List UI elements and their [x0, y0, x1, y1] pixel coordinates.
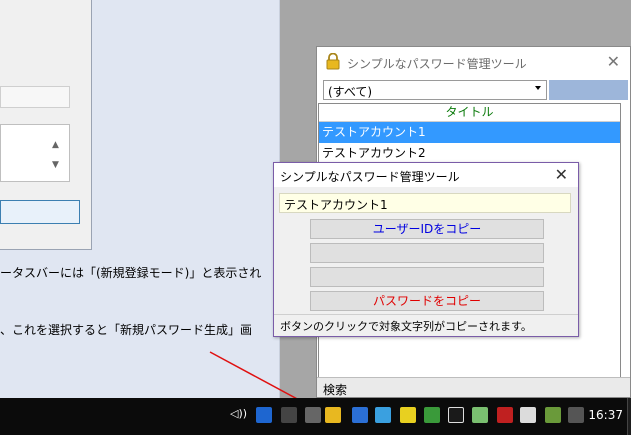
list-item[interactable]: テストアカウント2 [319, 143, 620, 164]
app-icon[interactable] [424, 407, 440, 423]
main-window-title: シンプルなパスワード管理ツール [347, 57, 527, 71]
background-button [0, 200, 80, 224]
close-icon[interactable]: ✕ [555, 165, 568, 184]
clock[interactable]: 16:37 [588, 408, 623, 422]
filter-dropdown[interactable]: (すべて) [323, 80, 547, 100]
background-dialog: ▲ ▼ [0, 0, 92, 250]
copy-popup: シンプルなパスワード管理ツール ✕ テストアカウント1 ユーザーIDをコピー パ… [273, 162, 579, 337]
dropbox-icon[interactable] [448, 407, 464, 423]
popup-title-bar[interactable]: シンプルなパスワード管理ツール ✕ [274, 163, 578, 187]
scroll-up-icon: ▲ [52, 140, 59, 150]
account-name-field[interactable]: テストアカウント1 [279, 193, 571, 213]
background-textarea [0, 124, 70, 182]
chevron-down-icon [535, 86, 541, 90]
nvidia-icon[interactable] [545, 407, 561, 423]
blank-button[interactable] [310, 243, 544, 263]
taskbar: ◁)) 16:37 [0, 398, 631, 435]
lock-icon [326, 53, 340, 70]
main-title-bar[interactable]: シンプルなパスワード管理ツール ✕ [317, 47, 630, 77]
list-header-title[interactable]: タイトル [319, 104, 620, 122]
network-icon[interactable] [281, 407, 297, 423]
show-desktop-button[interactable] [627, 398, 631, 435]
word-icon[interactable] [352, 407, 368, 423]
app-icon[interactable] [472, 407, 488, 423]
cloud-icon[interactable] [520, 407, 536, 423]
document-text-line: ータスバーには「(新規登録モード)」と表示され [0, 266, 262, 280]
bluetooth-icon[interactable] [256, 407, 272, 423]
lock-icon[interactable] [325, 407, 341, 423]
popup-title: シンプルなパスワード管理ツール [280, 170, 460, 184]
popup-status-text: ボタンのクリックで対象文字列がコピーされます。 [274, 314, 578, 336]
copy-user-id-button[interactable]: ユーザーIDをコピー [310, 219, 544, 239]
pen-icon[interactable] [305, 407, 321, 423]
scroll-down-icon: ▼ [52, 160, 59, 170]
document-text-line: 、これを選択すると「新規パスワード生成」画 [0, 323, 253, 337]
filter-value: (すべて) [328, 85, 373, 99]
app-icon[interactable] [497, 407, 513, 423]
display-icon[interactable] [568, 407, 584, 423]
volume-icon[interactable]: ◁)) [230, 407, 247, 420]
toolbar-area [549, 80, 628, 100]
blank-button[interactable] [310, 267, 544, 287]
search-status[interactable]: 検索 [317, 377, 630, 397]
close-icon[interactable]: ✕ [607, 52, 620, 71]
app-icon[interactable] [375, 407, 391, 423]
copy-password-button[interactable]: パスワードをコピー [310, 291, 544, 311]
list-item[interactable]: テストアカウント1 [319, 122, 620, 143]
background-field [0, 86, 70, 108]
app-icon[interactable] [400, 407, 416, 423]
